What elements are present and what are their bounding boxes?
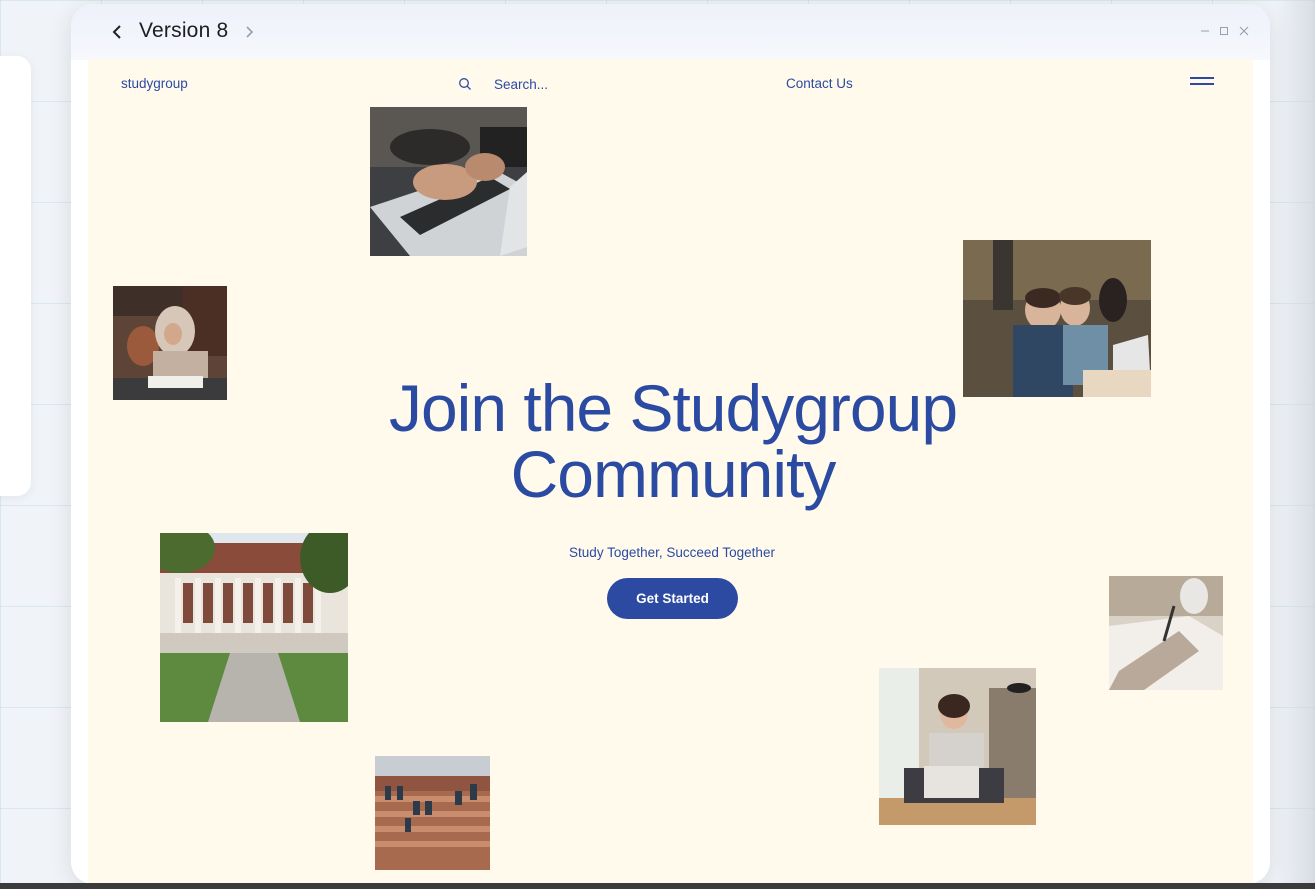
maximize-icon[interactable] [1218,24,1230,36]
photo-laptop-typing [370,107,527,256]
app-window: Version 8 studygroup Contact Us [71,4,1270,884]
chevron-right-icon[interactable] [241,21,257,43]
photo-hand-writing [1109,576,1223,690]
minimize-icon[interactable] [1199,24,1211,36]
close-icon[interactable] [1238,24,1250,36]
photo-library-study [113,286,227,400]
photo-students-steps [375,756,490,870]
photo-students-laptop [963,240,1151,397]
version-title: Version 8 [139,19,229,42]
photo-woman-laptop [879,668,1036,825]
background-panel-edge [1275,0,1315,889]
search-icon[interactable] [458,77,472,91]
site-logo[interactable]: studygroup [121,76,188,91]
hero-title-line-1: Join the Studygroup [388,371,958,445]
search-input[interactable] [494,74,644,94]
taskbar-edge [0,883,1315,889]
get-started-button[interactable]: Get Started [607,578,738,619]
hero-subtitle: Study Together, Succeed Together [569,545,775,560]
photo-university-building [160,533,348,722]
hero-title-line-2: Community [510,437,837,511]
chevron-left-icon[interactable] [109,21,127,43]
background-panel [0,56,31,496]
contact-us-link[interactable]: Contact Us [786,76,853,91]
hero-title: Join the Studygroup Community [308,375,1038,507]
website-preview: studygroup Contact Us [88,59,1253,884]
hamburger-menu-icon[interactable] [1190,77,1214,87]
search-bar[interactable] [458,71,658,95]
